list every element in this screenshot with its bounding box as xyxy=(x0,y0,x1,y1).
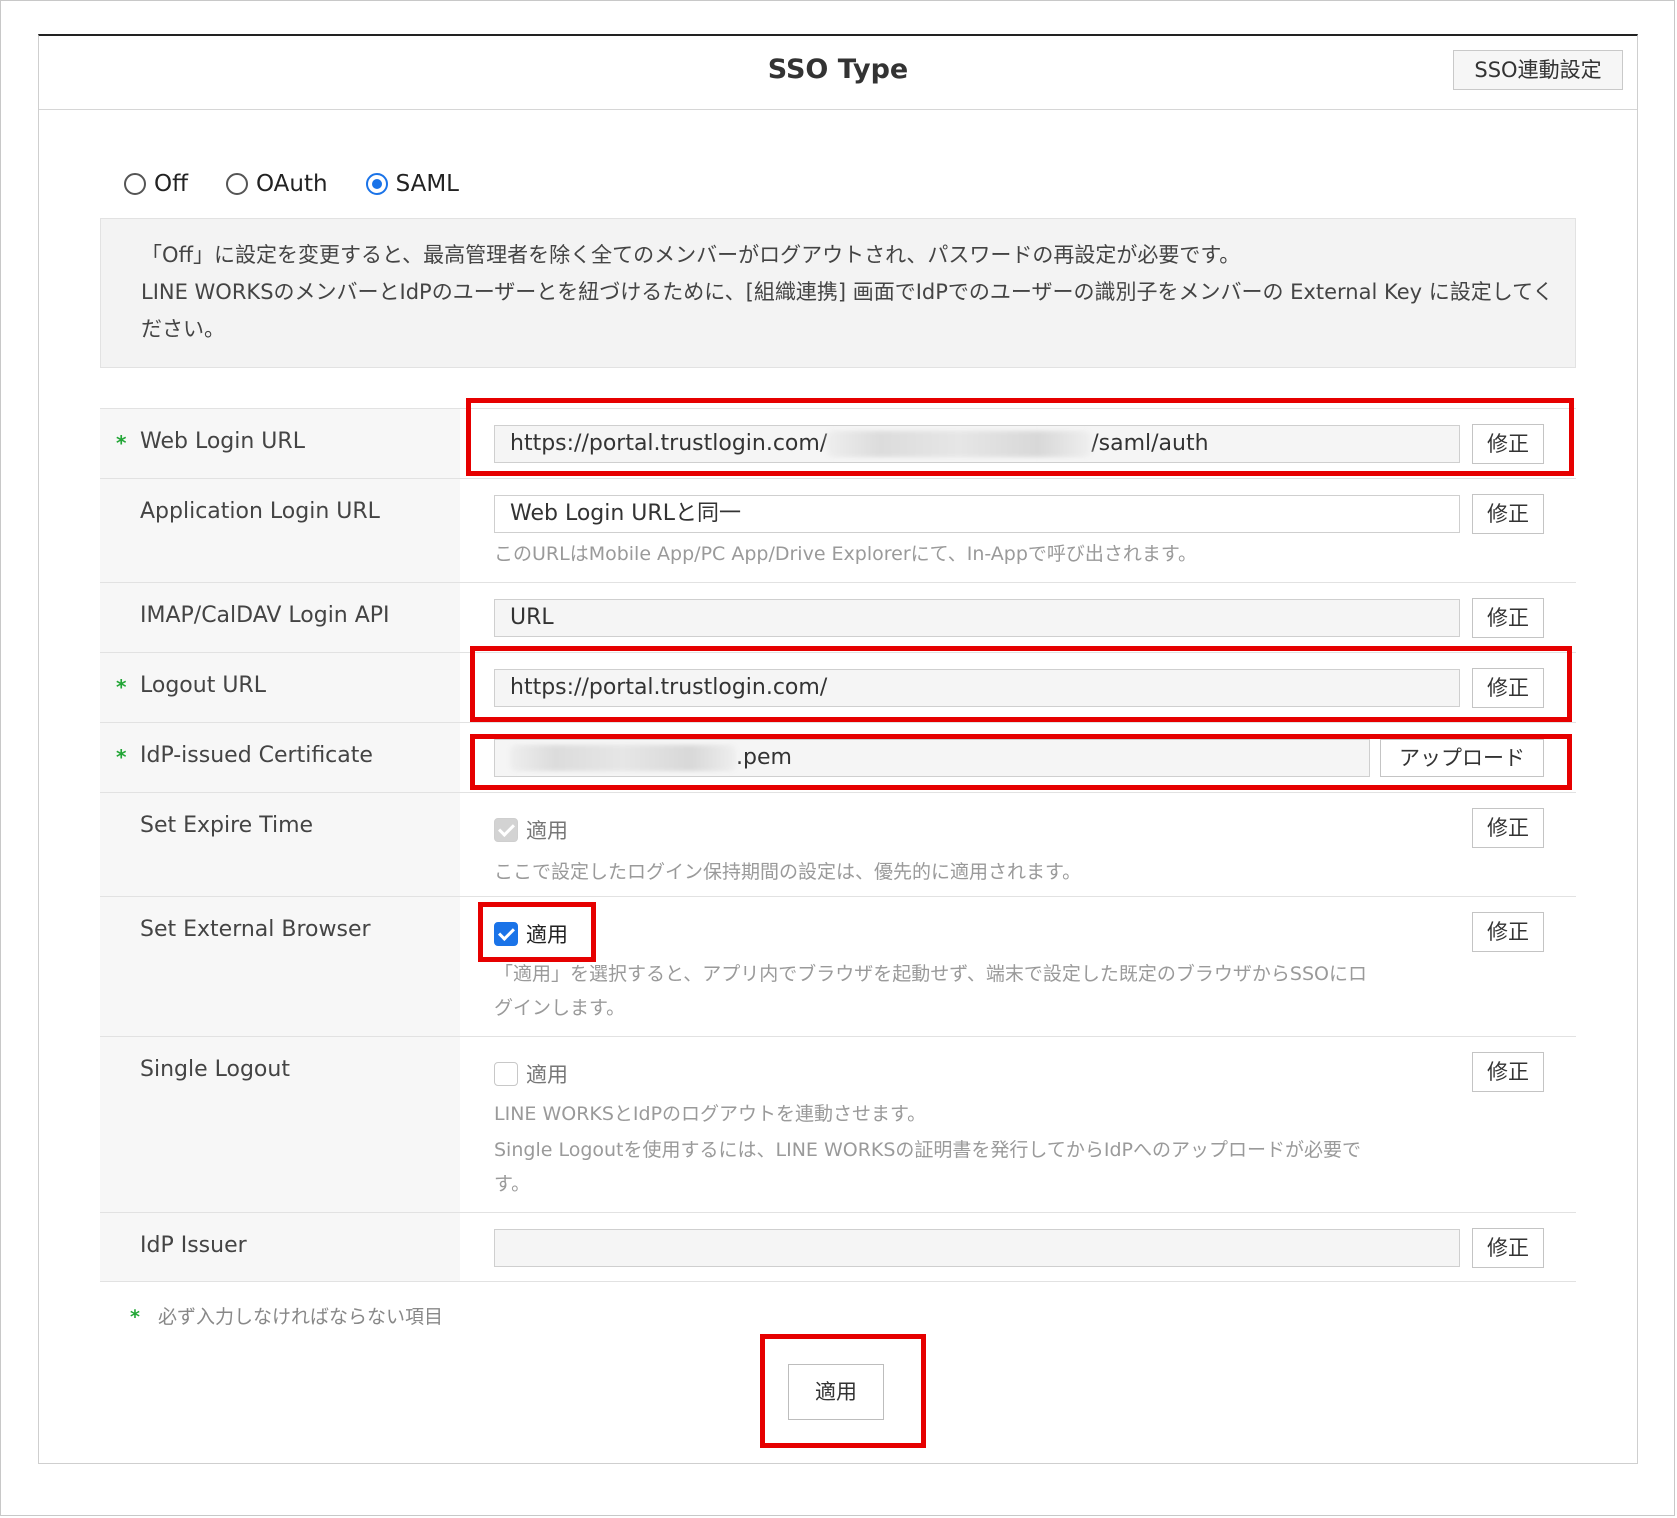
row-idp-certificate: * IdP-issued Certificate .pem アップロード xyxy=(100,722,1576,792)
required-note: * 必ず入力しなければならない項目 xyxy=(130,1302,443,1329)
required-note-text: 必ず入力しなければならない項目 xyxy=(157,1306,443,1328)
notice-line-1: 「Off」に設定を変更すると、最高管理者を除く全てのメンバーがログアウトされ、パ… xyxy=(141,243,1241,267)
web-login-url-field[interactable]: https://portal.trustlogin.com//saml/auth xyxy=(494,425,1460,463)
row-single-logout: Single Logout 適用 修正 LINE WORKSとIdPのログアウト… xyxy=(100,1036,1576,1212)
set-expire-time-label: Set Expire Time xyxy=(140,813,314,838)
set-external-browser-check-label: 適用 xyxy=(526,923,568,947)
required-mark: * xyxy=(116,431,127,455)
checkbox-unchecked-icon xyxy=(494,1062,518,1086)
row-set-external-browser: Set External Browser 適用 修正 「適用」を選択すると、アプ… xyxy=(100,896,1576,1036)
required-mark: * xyxy=(116,745,127,769)
radio-saml[interactable]: SAML xyxy=(365,171,459,197)
set-external-browser-label: Set External Browser xyxy=(140,917,371,942)
panel-header: SSO Type SSO連動設定 xyxy=(39,36,1637,110)
sso-type-radio-group: Off OAuth SAML xyxy=(124,164,497,204)
imap-login-api-label: IMAP/CalDAV Login API xyxy=(140,603,390,628)
checkbox-checked-icon xyxy=(494,922,518,946)
web-login-url-edit-button[interactable]: 修正 xyxy=(1472,424,1544,464)
set-expire-time-check-label: 適用 xyxy=(526,819,568,843)
set-external-browser-checkbox[interactable]: 適用 xyxy=(494,919,568,949)
radio-oauth[interactable]: OAuth xyxy=(225,171,328,197)
application-login-url-label: Application Login URL xyxy=(140,499,380,524)
radio-circle-icon xyxy=(225,173,248,195)
idp-certificate-label: IdP-issued Certificate xyxy=(140,743,373,768)
apply-button[interactable]: 適用 xyxy=(788,1364,884,1420)
web-login-url-label: Web Login URL xyxy=(140,429,305,454)
single-logout-edit-button[interactable]: 修正 xyxy=(1472,1052,1544,1092)
application-login-url-field[interactable]: Web Login URLと同一 xyxy=(494,495,1460,533)
set-external-browser-help-2: グインします。 xyxy=(494,997,626,1019)
checkbox-checked-disabled-icon xyxy=(494,818,518,842)
notice-box: 「Off」に設定を変更すると、最高管理者を除く全てのメンバーがログアウトされ、パ… xyxy=(100,218,1576,368)
redacted-filename xyxy=(510,745,736,771)
radio-circle-icon xyxy=(124,173,146,195)
idp-issuer-label: IdP Issuer xyxy=(140,1233,247,1258)
logout-url-edit-button[interactable]: 修正 xyxy=(1472,668,1544,708)
radio-saml-label: SAML xyxy=(395,171,459,197)
row-set-expire-time: Set Expire Time 適用 修正 ここで設定したログイン保持期間の設定… xyxy=(100,792,1576,896)
application-login-url-help: このURLはMobile App/PC App/Drive Explorerにて… xyxy=(494,543,1198,565)
imap-login-api-edit-button[interactable]: 修正 xyxy=(1472,598,1544,638)
radio-off-label: Off xyxy=(154,171,188,197)
single-logout-help-2: Single Logoutを使用するには、LINE WORKSの証明書を発行して… xyxy=(494,1139,1361,1161)
radio-oauth-label: OAuth xyxy=(255,171,328,197)
single-logout-label: Single Logout xyxy=(140,1057,290,1082)
radio-selected-icon xyxy=(365,173,388,195)
single-logout-help-3: す。 xyxy=(494,1173,531,1195)
row-imap-login-api: IMAP/CalDAV Login API URL 修正 xyxy=(100,582,1576,652)
imap-login-api-field[interactable]: URL xyxy=(494,599,1460,637)
single-logout-checkbox[interactable]: 適用 xyxy=(494,1059,568,1089)
idp-issuer-field[interactable] xyxy=(494,1229,1460,1267)
logout-url-field[interactable]: https://portal.trustlogin.com/ xyxy=(494,669,1460,707)
row-idp-issuer: IdP Issuer 修正 xyxy=(100,1212,1576,1282)
set-external-browser-edit-button[interactable]: 修正 xyxy=(1472,912,1544,952)
row-logout-url: * Logout URL https://portal.trustlogin.c… xyxy=(100,652,1576,722)
set-expire-time-checkbox[interactable]: 適用 xyxy=(494,815,568,845)
set-expire-time-edit-button[interactable]: 修正 xyxy=(1472,808,1544,848)
idp-issuer-edit-button[interactable]: 修正 xyxy=(1472,1228,1544,1268)
idp-certificate-file-field[interactable]: .pem xyxy=(494,739,1370,777)
row-web-login-url: * Web Login URL https://portal.trustlogi… xyxy=(100,408,1576,478)
single-logout-check-label: 適用 xyxy=(526,1063,568,1087)
radio-off[interactable]: Off xyxy=(124,171,188,197)
required-mark: * xyxy=(130,1306,140,1328)
sso-link-settings-button[interactable]: SSO連動設定 xyxy=(1453,50,1623,90)
required-mark: * xyxy=(116,675,127,699)
redacted-segment xyxy=(827,431,1092,457)
set-external-browser-help-1: 「適用」を選択すると、アプリ内でブラウザを起動せず、端末で設定した既定のブラウザ… xyxy=(494,963,1367,985)
logout-url-label: Logout URL xyxy=(140,673,266,698)
row-application-login-url: Application Login URL Web Login URLと同一 修… xyxy=(100,478,1576,582)
notice-line-2: LINE WORKSのメンバーとIdPのユーザーとを紐づけるために、[組織連携]… xyxy=(141,280,1554,341)
application-login-url-edit-button[interactable]: 修正 xyxy=(1472,494,1544,534)
set-expire-time-help: ここで設定したログイン保持期間の設定は、優先的に適用されます。 xyxy=(494,861,1082,883)
single-logout-help-1: LINE WORKSとIdPのログアウトを連動させます。 xyxy=(494,1103,927,1125)
page-title: SSO Type xyxy=(767,54,909,85)
certificate-upload-button[interactable]: アップロード xyxy=(1380,739,1544,777)
